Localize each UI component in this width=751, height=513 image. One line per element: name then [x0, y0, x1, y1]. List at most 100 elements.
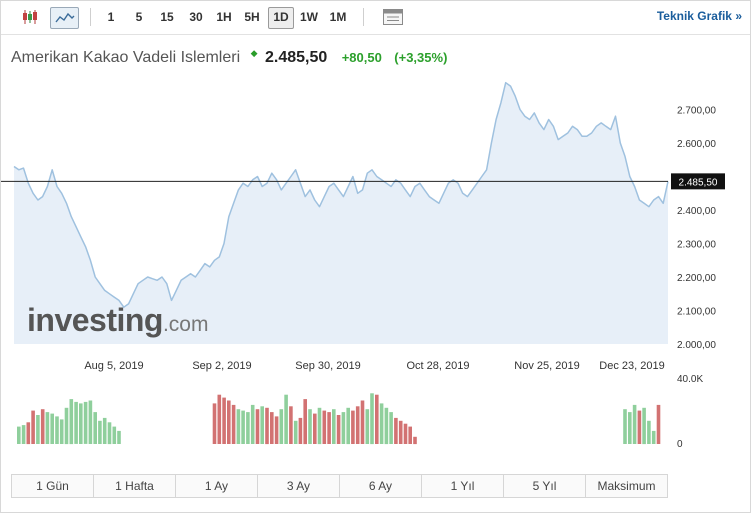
timeframe-1min[interactable]: 1: [104, 7, 118, 27]
y-tick-label: 2.400,00: [677, 206, 716, 217]
watermark-tld: .com: [162, 313, 209, 336]
volume-bar: [284, 394, 288, 444]
volume-bar: [265, 407, 269, 445]
volume-bar: [637, 410, 642, 444]
last-price: 2.485,50: [264, 49, 328, 66]
period-3-months[interactable]: 3 Ay: [258, 475, 340, 497]
area-chart-icon[interactable]: [50, 7, 79, 29]
volume-bar: [69, 399, 74, 445]
volume-bar: [389, 412, 393, 444]
chart-widget: 1 5 15 30 1H 5H 1D 1W 1M Teknik Grafik »…: [0, 0, 751, 513]
volume-bar: [317, 407, 322, 445]
volume-bar: [308, 409, 312, 444]
timeframe-1h[interactable]: 1H: [214, 7, 234, 27]
volume-bar: [79, 403, 83, 444]
volume-bar: [647, 420, 651, 444]
table-view-icon[interactable]: [381, 7, 405, 27]
period-5-years[interactable]: 5 Yıl: [504, 475, 586, 497]
volume-bar: [241, 410, 245, 444]
volume-bar: [112, 426, 117, 444]
timeframe-30min[interactable]: 30: [186, 7, 206, 27]
volume-bar: [64, 407, 69, 445]
price-change-percent: (+3,35%): [394, 50, 448, 65]
x-tick-label: Dec 23, 2019: [599, 360, 664, 372]
candlestick-icon[interactable]: [19, 7, 41, 27]
toolbar-separator: [90, 8, 91, 26]
y-tick-label: 2.700,00: [677, 106, 716, 117]
volume-bar: [336, 415, 341, 444]
timeframe-5h[interactable]: 5H: [241, 7, 263, 27]
volume-bar: [289, 406, 293, 444]
volume-bar: [394, 417, 398, 444]
period-1-year[interactable]: 1 Yıl: [422, 475, 504, 497]
volume-bar: [217, 394, 222, 444]
volume-bar: [360, 400, 365, 444]
volume-bar: [55, 416, 59, 444]
price-chart[interactable]: 2.485,50 2.700,00 2.600,00 2.400,00 2.300,00…: [1, 76, 750, 468]
volume-bar: [93, 412, 97, 444]
volume-bar: [212, 403, 217, 444]
volume-bar: [270, 412, 274, 444]
current-price-label: 2.485,50: [679, 177, 718, 188]
volume-bar: [623, 409, 627, 444]
volume-bar: [236, 409, 241, 444]
volume-bar: [17, 426, 21, 444]
volume-bar: [408, 426, 412, 444]
volume-bar: [293, 420, 298, 444]
volume-bar: [107, 422, 112, 445]
volume-bar: [40, 409, 45, 444]
y-tick-label: 2.000,00: [677, 340, 716, 351]
volume-bar: [260, 406, 264, 444]
volume-bar: [83, 401, 88, 444]
volume-bar: [398, 420, 403, 444]
timeframe-1w[interactable]: 1W: [297, 7, 321, 27]
volume-bar: [21, 425, 26, 444]
volume-bar: [222, 397, 226, 444]
volume-bar: [74, 401, 78, 444]
volume-bar: [346, 407, 350, 445]
period-max[interactable]: Maksimum: [586, 475, 667, 497]
toolbar-separator: [363, 8, 364, 26]
volume-bar: [413, 436, 417, 445]
volume-bar: [88, 400, 93, 444]
timeframe-15min[interactable]: 15: [157, 7, 177, 27]
period-6-months[interactable]: 6 Ay: [340, 475, 422, 497]
volume-bar: [351, 410, 355, 444]
chart-toolbar: 1 5 15 30 1H 5H 1D 1W 1M Teknik Grafik »: [1, 1, 750, 35]
technical-chart-link[interactable]: Teknik Grafik »: [657, 9, 742, 23]
volume-bar: [227, 400, 231, 444]
volume-bar: [102, 417, 107, 444]
timeframe-1m[interactable]: 1M: [326, 7, 350, 27]
x-tick-label: Aug 5, 2019: [84, 360, 143, 372]
volume-bar: [246, 412, 250, 444]
volume-bar: [341, 412, 346, 444]
timeframe-1d[interactable]: 1D: [268, 7, 294, 29]
volume-bar: [26, 422, 31, 445]
volume-bar: [98, 420, 102, 444]
period-selector: 1 Gün 1 Hafta 1 Ay 3 Ay 6 Ay 1 Yıl 5 Yıl…: [11, 474, 668, 498]
volume-bar: [656, 404, 661, 444]
volume-bar: [327, 412, 331, 444]
volume-bar: [231, 404, 236, 444]
x-tick-label: Oct 28, 2019: [407, 360, 470, 372]
volume-bar: [31, 410, 35, 444]
volume-bar: [36, 415, 40, 444]
volume-bar: [45, 412, 50, 444]
period-1-month[interactable]: 1 Ay: [176, 475, 258, 497]
y-tick-label: 2.200,00: [677, 273, 716, 284]
period-1-week[interactable]: 1 Hafta: [94, 475, 176, 497]
period-1-day[interactable]: 1 Gün: [12, 475, 94, 497]
volume-bar: [628, 412, 632, 444]
volume-bar: [642, 407, 646, 445]
volume-bar: [59, 419, 64, 444]
watermark-brand: investing: [27, 302, 163, 338]
instrument-name: Amerikan Kakao Vadeli Islemleri: [11, 49, 241, 66]
volume-bar: [303, 399, 307, 445]
volume-axis-max-label: 40.0K: [677, 374, 703, 385]
volume-bar: [370, 393, 374, 445]
volume-bar: [632, 404, 637, 444]
volume-bar: [274, 416, 279, 444]
volume-bar: [355, 406, 360, 444]
timeframe-5min[interactable]: 5: [132, 7, 146, 27]
volume-bar: [651, 430, 656, 444]
